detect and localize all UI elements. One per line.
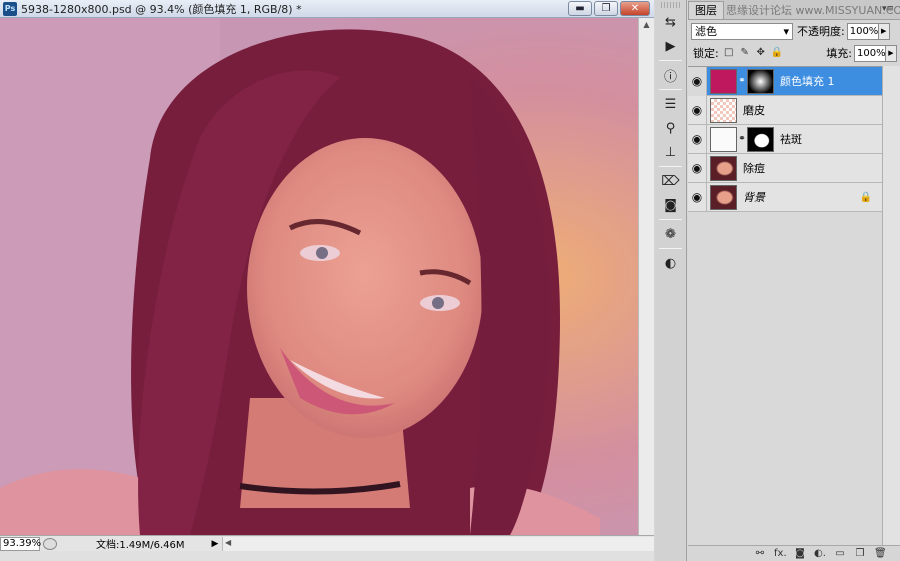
layer-row[interactable]: ◉ 磨皮 xyxy=(688,95,882,125)
maximize-button[interactable]: ❐ xyxy=(594,1,618,16)
window-bottom-edge xyxy=(0,551,654,561)
fill-input[interactable]: 100% xyxy=(854,44,886,62)
image-canvas[interactable] xyxy=(0,18,638,535)
scroll-up-icon[interactable]: ▲ xyxy=(641,20,652,31)
layer-thumbnail xyxy=(710,126,737,152)
watermark-text: 思缘设计论坛 www.MISSYUAN.COM xyxy=(726,4,900,17)
layer-mask-thumbnail[interactable] xyxy=(747,68,774,94)
dock-separator xyxy=(659,60,682,61)
lock-label: 锁定: xyxy=(693,47,719,60)
layer-row[interactable]: ◉ 除痘 xyxy=(688,153,882,183)
actions-icon[interactable]: ▶ xyxy=(660,36,682,56)
layers-footer: ⚯ fx. ◙ ◐. ▭ ❒ 🗑 xyxy=(688,545,900,561)
eye-icon[interactable]: ◉ xyxy=(688,66,707,96)
history-icon[interactable]: ⇆ xyxy=(660,12,682,32)
layer-name: 祛斑 xyxy=(780,133,802,146)
lock-icon: 🔒 xyxy=(859,191,872,203)
dock-separator xyxy=(659,89,682,90)
blend-mode-select[interactable]: 滤色 ▾ xyxy=(691,22,793,40)
eye-icon[interactable]: ◉ xyxy=(688,95,707,125)
scroll-left-icon[interactable]: ◀ xyxy=(225,538,231,547)
eye-icon[interactable]: ◉ xyxy=(688,182,707,212)
status-menu-arrow-icon[interactable]: ▶ xyxy=(208,539,222,549)
blend-mode-value: 滤色 xyxy=(695,25,717,38)
fill-slider-arrow-icon[interactable]: ▶ xyxy=(886,44,897,62)
layer-thumbnail xyxy=(710,97,737,123)
info-icon[interactable]: ⓘ xyxy=(660,65,682,85)
eye-icon[interactable]: ◉ xyxy=(688,124,707,154)
layer-style-icon[interactable]: fx. xyxy=(774,548,787,559)
document-title: 5938-1280x800.psd @ 93.4% (颜色填充 1, RGB/8… xyxy=(21,2,302,16)
portrait-image xyxy=(0,18,638,535)
opacity-input[interactable]: 100% xyxy=(846,22,879,40)
layer-row[interactable]: ◉ ⚭ 祛斑 xyxy=(688,124,882,154)
layer-thumbnail xyxy=(710,68,737,94)
lock-position-icon[interactable]: ✥ xyxy=(755,47,767,59)
zoom-field[interactable]: 93.39% xyxy=(0,536,41,551)
trash-icon[interactable]: 🗑 xyxy=(874,548,887,559)
layer-name: 磨皮 xyxy=(743,104,765,117)
chevron-down-icon: ▾ xyxy=(783,24,789,38)
tab-layers[interactable]: 图层 xyxy=(688,1,724,19)
layer-name: 背景 xyxy=(743,191,765,204)
horizontal-scrollbar[interactable]: ◀ xyxy=(222,536,654,551)
styles-icon[interactable]: ◐ xyxy=(660,253,682,273)
layer-row[interactable]: ◉ ⚭ 颜色填充 1 xyxy=(688,66,882,96)
zoom-preview-icon[interactable] xyxy=(43,537,57,550)
opacity-label: 不透明度: xyxy=(797,25,845,38)
adjustment-layer-icon[interactable]: ◐. xyxy=(814,548,826,559)
lock-row: 锁定: □ ✎ ✥ 🔒 填充: 100% ▶ xyxy=(688,42,900,64)
add-mask-icon[interactable]: ◙ xyxy=(794,548,806,559)
link-icon: ⚭ xyxy=(738,134,746,144)
layer-row[interactable]: ◉ 背景 🔒 xyxy=(688,182,882,212)
link-icon: ⚭ xyxy=(738,76,746,86)
panel-menu-icon[interactable]: ▾≡ xyxy=(882,4,894,14)
new-group-icon[interactable]: ▭ xyxy=(834,548,846,559)
dock-grip[interactable] xyxy=(661,2,680,8)
layer-thumbnail xyxy=(710,155,737,181)
document-size: 文档:1.49M/6.46M xyxy=(96,540,185,551)
lock-pixels-icon[interactable]: ✎ xyxy=(739,47,751,59)
link-layers-icon[interactable]: ⚯ xyxy=(754,548,766,559)
vertical-scrollbar[interactable]: ▲ xyxy=(638,18,654,535)
layers-scrollbar[interactable] xyxy=(882,66,900,546)
close-button[interactable]: ✕ xyxy=(620,1,650,16)
lock-all-icon[interactable]: 🔒 xyxy=(771,47,783,59)
stamp-icon[interactable]: ⊥ xyxy=(660,142,682,162)
new-layer-icon[interactable]: ❒ xyxy=(854,548,866,559)
fill-label: 填充: xyxy=(826,47,852,60)
layer-name: 颜色填充 1 xyxy=(780,75,835,88)
mask-icon[interactable]: ◙ xyxy=(660,195,682,215)
brush-presets-icon[interactable]: ⌦ xyxy=(660,171,682,191)
photoshop-window: Ps 5938-1280x800.psd @ 93.4% (颜色填充 1, RG… xyxy=(0,0,900,561)
blend-row: 滤色 ▾ 不透明度: 100% ▶ xyxy=(688,20,900,42)
layer-mask-thumbnail[interactable] xyxy=(747,126,774,152)
document-window: Ps 5938-1280x800.psd @ 93.4% (颜色填充 1, RG… xyxy=(0,0,654,561)
lock-transparency-icon[interactable]: □ xyxy=(723,47,735,59)
layer-name: 除痘 xyxy=(743,162,765,175)
layer-thumbnail xyxy=(710,184,737,210)
minimize-button[interactable]: ▬ xyxy=(568,1,592,16)
photoshop-logo-icon: Ps xyxy=(3,1,17,16)
adjustments-icon[interactable]: ☰ xyxy=(660,94,682,114)
status-bar: 93.39% 文档:1.49M/6.46M ▶ ◀ xyxy=(0,535,654,551)
layers-panel: 图层 思缘设计论坛 www.MISSYUAN.COM ▾≡ 滤色 ▾ 不透明度:… xyxy=(688,0,900,561)
dock-separator xyxy=(659,166,682,167)
panel-dock: ⇆ ▶ ⓘ ☰ ⚲ ⊥ ⌦ ◙ ❁ ◐ xyxy=(655,0,687,561)
dock-separator xyxy=(659,219,682,220)
swatches-icon[interactable]: ❁ xyxy=(660,224,682,244)
opacity-slider-arrow-icon[interactable]: ▶ xyxy=(878,22,890,40)
panel-tabs: 图层 思缘设计论坛 www.MISSYUAN.COM ▾≡ xyxy=(688,0,900,20)
dock-separator xyxy=(659,248,682,249)
eye-icon[interactable]: ◉ xyxy=(688,153,707,183)
paths-icon[interactable]: ⚲ xyxy=(660,118,682,138)
document-title-bar[interactable]: Ps 5938-1280x800.psd @ 93.4% (颜色填充 1, RG… xyxy=(0,0,654,18)
layer-list: ◉ ⚭ 颜色填充 1 ◉ 磨皮 ◉ ⚭ 祛斑 ◉ 除痘 ◉ 背景 🔒 xyxy=(688,66,882,546)
